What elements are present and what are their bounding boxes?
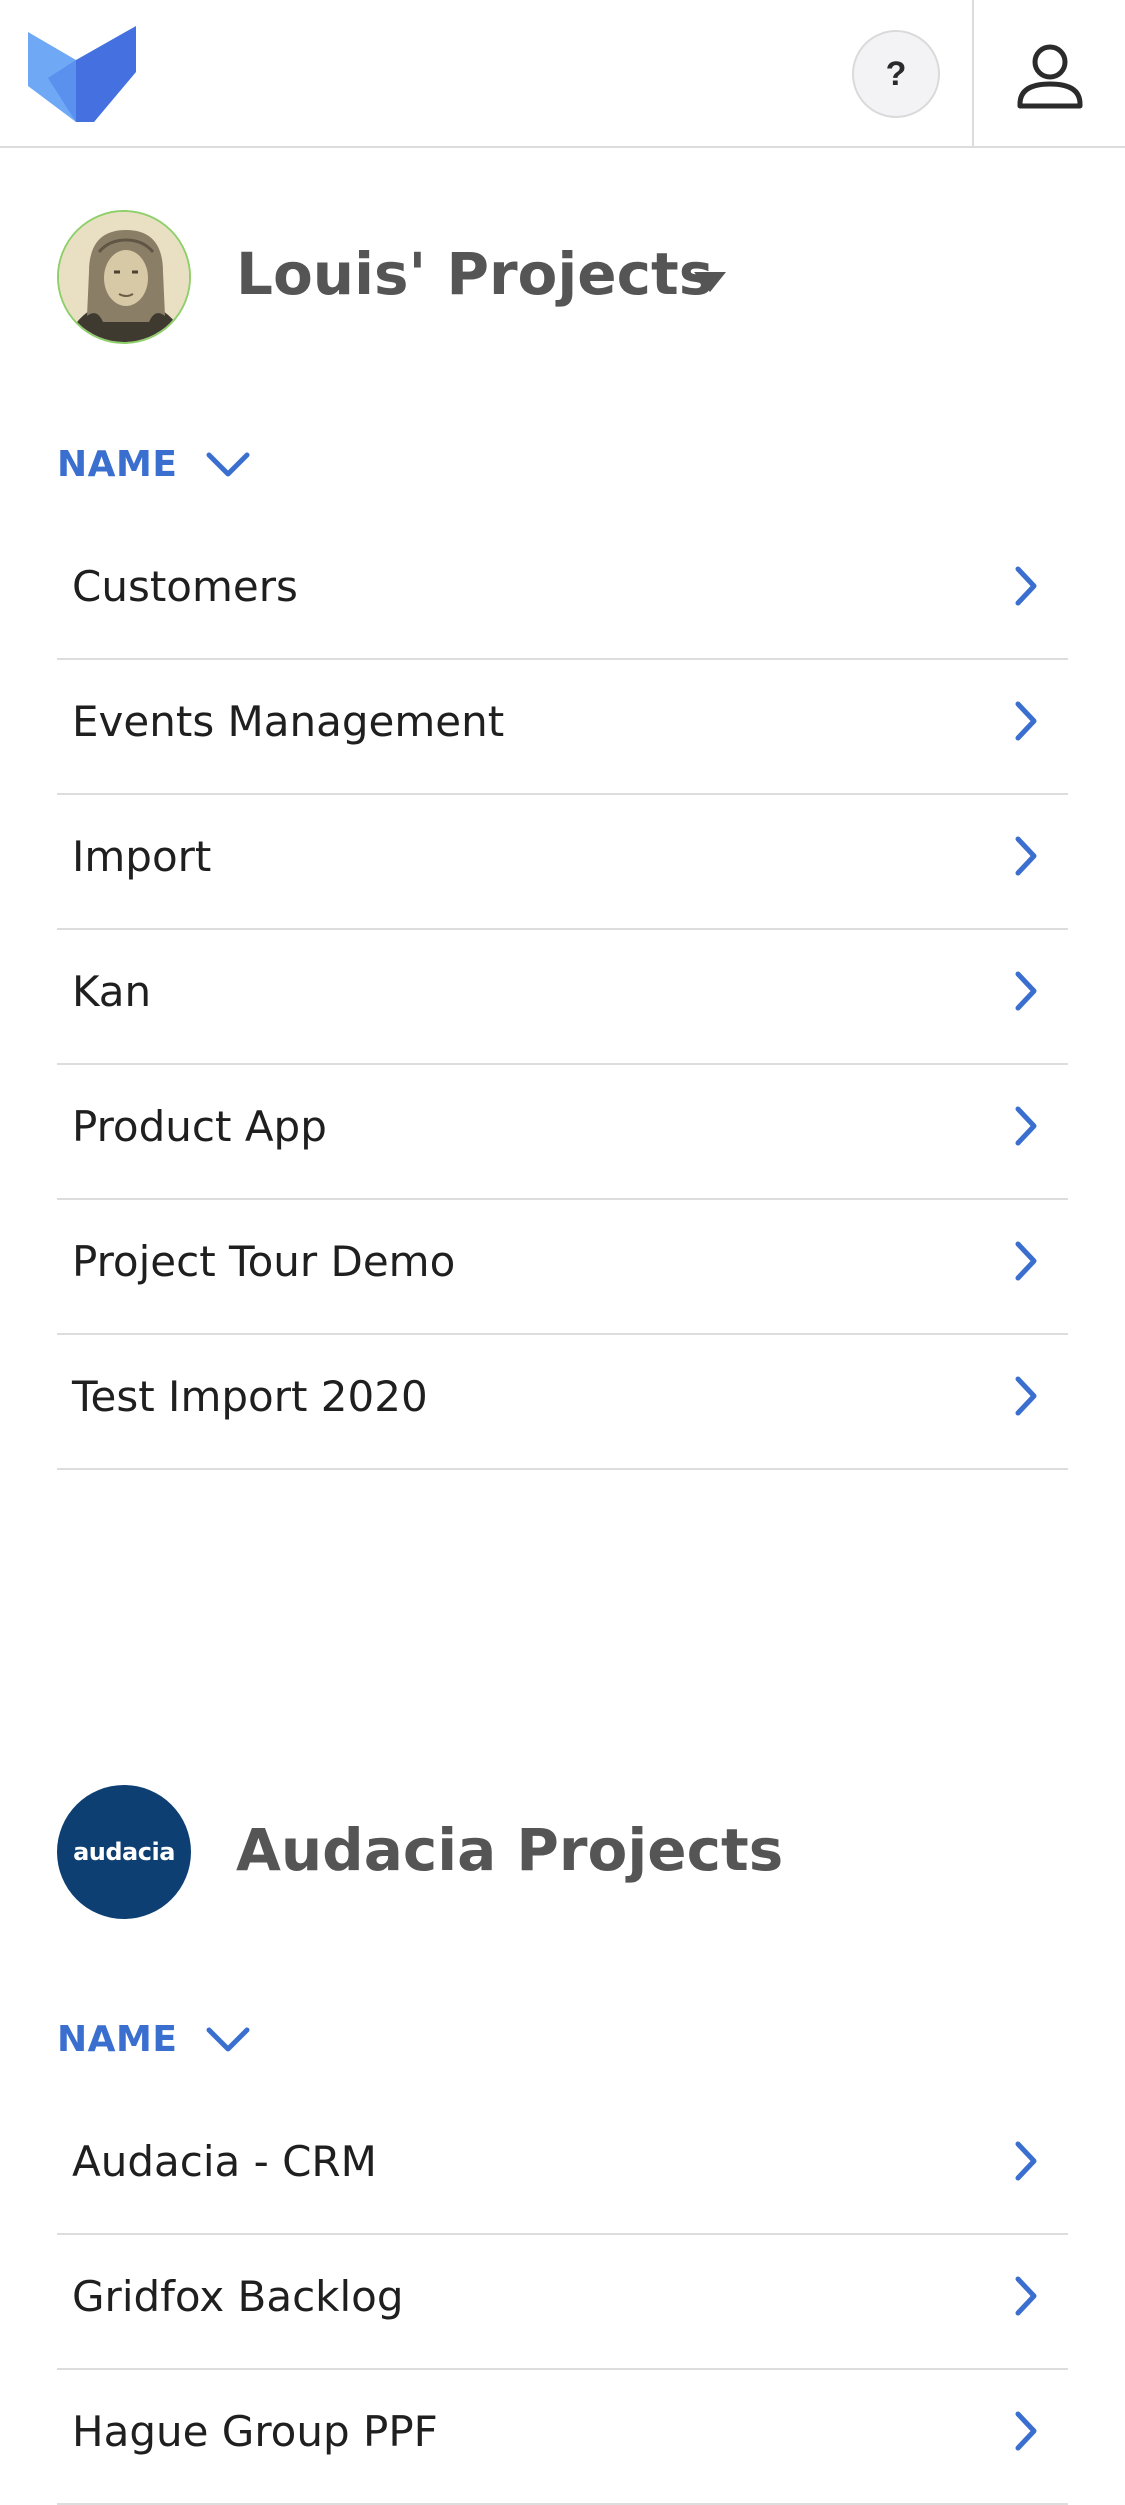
list-item[interactable]: Hague Group PPF — [57, 2370, 1068, 2505]
chevron-right-icon — [1015, 1241, 1037, 1281]
project-name: Project Tour Demo — [72, 1237, 456, 1286]
chevron-right-icon — [1015, 2411, 1037, 2451]
list-item[interactable]: Project Tour Demo — [57, 1200, 1068, 1335]
portrait-avatar-icon — [59, 212, 189, 342]
workspace-title[interactable]: Audacia Projects — [236, 1816, 783, 1884]
sort-by-name[interactable]: NAME — [57, 444, 177, 485]
list-item[interactable]: Test Import 2020 — [57, 1335, 1068, 1470]
project-name: Product App — [72, 1102, 327, 1151]
header-divider — [972, 0, 974, 146]
chevron-right-icon — [1015, 1376, 1037, 1416]
chevron-down-icon[interactable] — [205, 450, 251, 480]
project-name: Events Management — [72, 697, 505, 746]
project-name: Kan — [72, 967, 152, 1016]
chevron-right-icon — [1015, 566, 1037, 606]
chevron-right-icon — [1015, 971, 1037, 1011]
chevron-right-icon — [1015, 701, 1037, 741]
help-button[interactable]: ? — [852, 30, 940, 118]
user-icon[interactable] — [1010, 40, 1090, 120]
workspace-avatar — [57, 210, 191, 344]
project-name: Import — [72, 832, 212, 881]
project-name: Hague Group PPF — [72, 2407, 438, 2456]
workspace-title[interactable]: Louis' Projects — [236, 240, 713, 308]
list-item[interactable]: Events Management — [57, 660, 1068, 795]
project-list: Audacia - CRM Gridfox Backlog Hague Grou… — [57, 2100, 1068, 2505]
workspace-avatar: audacia — [57, 1785, 191, 1919]
list-item[interactable]: Customers — [57, 525, 1068, 660]
chevron-right-icon — [1015, 2141, 1037, 2181]
chevron-right-icon — [1015, 1106, 1037, 1146]
workspace-dropdown-icon[interactable] — [694, 272, 726, 292]
project-name: Audacia - CRM — [72, 2137, 377, 2186]
project-name: Customers — [72, 562, 298, 611]
list-item[interactable]: Audacia - CRM — [57, 2100, 1068, 2235]
chevron-right-icon — [1015, 836, 1037, 876]
project-list: Customers Events Management Import Kan P… — [57, 525, 1068, 1470]
list-item[interactable]: Kan — [57, 930, 1068, 1065]
logo-icon[interactable] — [28, 26, 136, 122]
help-icon: ? — [885, 54, 907, 93]
list-item[interactable]: Product App — [57, 1065, 1068, 1200]
audacia-logo: audacia — [73, 1838, 175, 1866]
chevron-down-icon[interactable] — [205, 2025, 251, 2055]
list-item[interactable]: Gridfox Backlog — [57, 2235, 1068, 2370]
list-item[interactable]: Import — [57, 795, 1068, 930]
sort-by-name[interactable]: NAME — [57, 2019, 177, 2060]
project-name: Test Import 2020 — [72, 1372, 428, 1421]
chevron-right-icon — [1015, 2276, 1037, 2316]
project-name: Gridfox Backlog — [72, 2272, 404, 2321]
app-header: ? — [0, 0, 1125, 148]
